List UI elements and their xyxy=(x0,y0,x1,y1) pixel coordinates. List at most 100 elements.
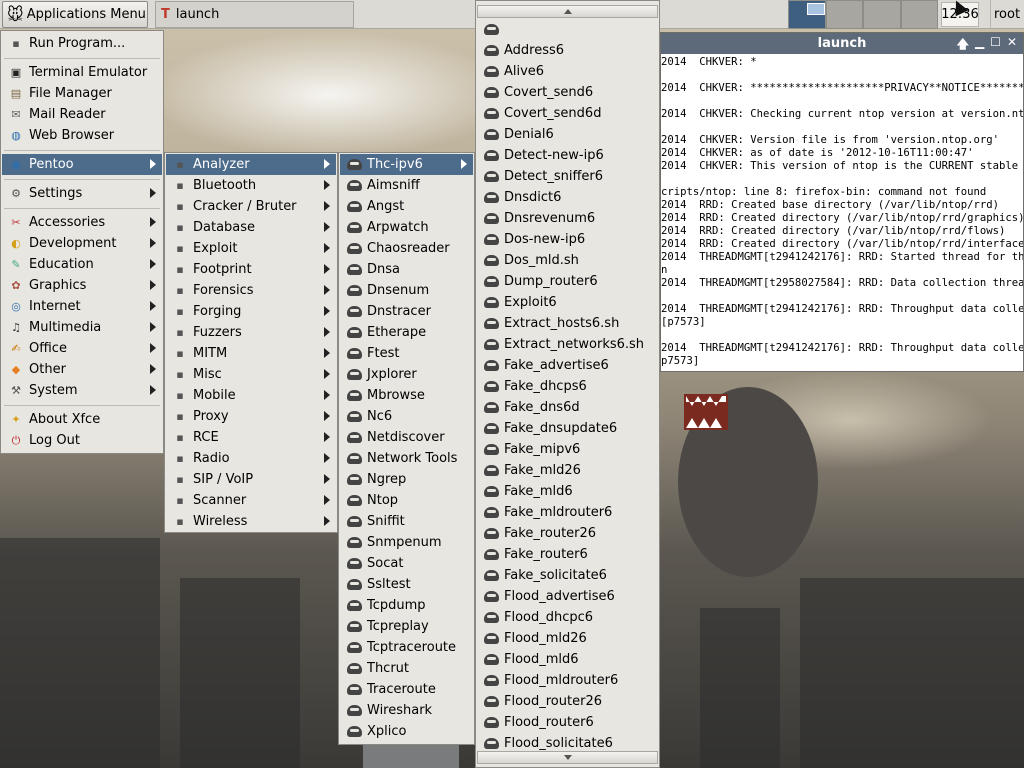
maximize-icon[interactable]: ☐ xyxy=(990,35,1001,56)
thc-item-fake-router26[interactable]: Fake_router26 xyxy=(477,523,658,544)
analyzer-item-netdiscover[interactable]: Netdiscover xyxy=(340,427,473,448)
pentoo-item-bluetooth[interactable]: ▪ Bluetooth xyxy=(166,175,336,196)
taskbar-window-button[interactable]: T launch xyxy=(155,1,354,28)
pentoo-item-rce[interactable]: ▪ RCE xyxy=(166,427,336,448)
thc-item-exploit6[interactable]: Exploit6 xyxy=(477,292,658,313)
analyzer-item-xplico[interactable]: Xplico xyxy=(340,721,473,742)
pentoo-item-mobile[interactable]: ▪ Mobile xyxy=(166,385,336,406)
applications-menu-button[interactable]: 🐭 Applications Menu xyxy=(2,1,148,28)
close-icon[interactable]: ✕ xyxy=(1007,35,1017,56)
terminal-titlebar[interactable]: launch 🡅 ▁ ☐ ✕ xyxy=(661,33,1023,54)
analyzer-item-thcrut[interactable]: Thcrut xyxy=(340,658,473,679)
analyzer-item-dnstracer[interactable]: Dnstracer xyxy=(340,301,473,322)
thc-item-alive6[interactable]: Alive6 xyxy=(477,61,658,82)
analyzer-item-arpwatch[interactable]: Arpwatch xyxy=(340,217,473,238)
thc-item-address6[interactable]: Address6 xyxy=(477,40,658,61)
workspace-2[interactable] xyxy=(826,0,864,29)
analyzer-item-ftest[interactable]: Ftest xyxy=(340,343,473,364)
analyzer-item-tcpreplay[interactable]: Tcpreplay xyxy=(340,616,473,637)
menu-item-mail-reader[interactable]: ✉ Mail Reader xyxy=(2,104,162,125)
pentoo-item-radio[interactable]: ▪ Radio xyxy=(166,448,336,469)
thc-item-detect-sniffer6[interactable]: Detect_sniffer6 xyxy=(477,166,658,187)
thc-item-extract-hosts6-sh[interactable]: Extract_hosts6.sh xyxy=(477,313,658,334)
thc-item-dos-new-ip6[interactable]: Dos-new-ip6 xyxy=(477,229,658,250)
thc-item-dnsdict6[interactable]: Dnsdict6 xyxy=(477,187,658,208)
pentoo-item-database[interactable]: ▪ Database xyxy=(166,217,336,238)
pentoo-item-misc[interactable]: ▪ Misc xyxy=(166,364,336,385)
pentoo-item-scanner[interactable]: ▪ Scanner xyxy=(166,490,336,511)
thc-item-fake-mld26[interactable]: Fake_mld26 xyxy=(477,460,658,481)
menu-item-accessories[interactable]: ✂ Accessories xyxy=(2,212,162,233)
analyzer-item-traceroute[interactable]: Traceroute xyxy=(340,679,473,700)
pentoo-item-footprint[interactable]: ▪ Footprint xyxy=(166,259,336,280)
terminal-window[interactable]: launch 🡅 ▁ ☐ ✕ 2014 CHKVER: * 2014 CHKVER… xyxy=(660,32,1024,372)
analyzer-item-ssltest[interactable]: Ssltest xyxy=(340,574,473,595)
thc-item-dump-router6[interactable]: Dump_router6 xyxy=(477,271,658,292)
thc-item-fake-dns6d[interactable]: Fake_dns6d xyxy=(477,397,658,418)
thc-item-fake-mipv6[interactable]: Fake_mipv6 xyxy=(477,439,658,460)
menu-item-internet[interactable]: ◎ Internet xyxy=(2,296,162,317)
menu-item-development[interactable]: ◐ Development xyxy=(2,233,162,254)
analyzer-item-dnsenum[interactable]: Dnsenum xyxy=(340,280,473,301)
pentoo-item-analyzer[interactable]: ▪ Analyzer xyxy=(166,154,336,175)
thc-item-flood-mld6[interactable]: Flood_mld6 xyxy=(477,649,658,670)
pentoo-item-forging[interactable]: ▪ Forging xyxy=(166,301,336,322)
analyzer-item-tcptraceroute[interactable]: Tcptraceroute xyxy=(340,637,473,658)
menu-item-education[interactable]: ✎ Education xyxy=(2,254,162,275)
menu-item-web-browser[interactable]: ◍ Web Browser xyxy=(2,125,162,146)
menu-item-log-out[interactable]: ⏻ Log Out xyxy=(2,430,162,451)
analyzer-item-wireshark[interactable]: Wireshark xyxy=(340,700,473,721)
menu-item-other[interactable]: ◆ Other xyxy=(2,359,162,380)
workspace-4[interactable] xyxy=(900,0,938,29)
analyzer-item-aimsniff[interactable]: Aimsniff xyxy=(340,175,473,196)
analyzer-item-socat[interactable]: Socat xyxy=(340,553,473,574)
analyzer-item-ngrep[interactable]: Ngrep xyxy=(340,469,473,490)
workspace-3[interactable] xyxy=(863,0,901,29)
menu-item-multimedia[interactable]: ♫ Multimedia xyxy=(2,317,162,338)
thc-item-flood-router6[interactable]: Flood_router6 xyxy=(477,712,658,733)
thc-item-covert-send6d[interactable]: Covert_send6d xyxy=(477,103,658,124)
menu-item-settings[interactable]: ⚙ Settings xyxy=(2,183,162,204)
thc-item-detect-new-ip6[interactable]: Detect-new-ip6 xyxy=(477,145,658,166)
thc-item-flood-router26[interactable]: Flood_router26 xyxy=(477,691,658,712)
analyzer-item-dnsa[interactable]: Dnsa xyxy=(340,259,473,280)
thc-item-flood-solicitate6[interactable]: Flood_solicitate6 xyxy=(477,733,658,754)
analyzer-item-tcpdump[interactable]: Tcpdump xyxy=(340,595,473,616)
thc-item-fake-mldrouter6[interactable]: Fake_mldrouter6 xyxy=(477,502,658,523)
menu-item-pentoo[interactable]: ◉ Pentoo xyxy=(2,154,162,175)
thc-item-covert-send6[interactable]: Covert_send6 xyxy=(477,82,658,103)
analyzer-item-chaosreader[interactable]: Chaosreader xyxy=(340,238,473,259)
thc-item-dos-mld-sh[interactable]: Dos_mld.sh xyxy=(477,250,658,271)
thc-item-denial6[interactable]: Denial6 xyxy=(477,124,658,145)
thc-item-dnsrevenum6[interactable]: Dnsrevenum6 xyxy=(477,208,658,229)
pentoo-item-proxy[interactable]: ▪ Proxy xyxy=(166,406,336,427)
terminal-output[interactable]: 2014 CHKVER: * 2014 CHKVER: *************… xyxy=(661,54,1023,372)
pentoo-item-forensics[interactable]: ▪ Forensics xyxy=(166,280,336,301)
pentoo-item-wireless[interactable]: ▪ Wireless xyxy=(166,511,336,532)
pentoo-item-mitm[interactable]: ▪ MITM xyxy=(166,343,336,364)
menu-item-office[interactable]: ✍ Office xyxy=(2,338,162,359)
menu-item-graphics[interactable]: ✿ Graphics xyxy=(2,275,162,296)
thc-item-tool[interactable] xyxy=(477,19,658,40)
analyzer-item-etherape[interactable]: Etherape xyxy=(340,322,473,343)
analyzer-item-sniffit[interactable]: Sniffit xyxy=(340,511,473,532)
analyzer-item-nc6[interactable]: Nc6 xyxy=(340,406,473,427)
thc-item-fake-mld6[interactable]: Fake_mld6 xyxy=(477,481,658,502)
minimize-icon[interactable]: ▁ xyxy=(975,35,984,56)
menu-item-terminal-emulator[interactable]: ▣ Terminal Emulator xyxy=(2,62,162,83)
menu-scroll-up-button[interactable] xyxy=(477,5,658,18)
thc-item-fake-dnsupdate6[interactable]: Fake_dnsupdate6 xyxy=(477,418,658,439)
analyzer-item-snmpenum[interactable]: Snmpenum xyxy=(340,532,473,553)
thc-item-fake-solicitate6[interactable]: Fake_solicitate6 xyxy=(477,565,658,586)
thc-item-fake-dhcps6[interactable]: Fake_dhcps6 xyxy=(477,376,658,397)
thc-item-fake-advertise6[interactable]: Fake_advertise6 xyxy=(477,355,658,376)
analyzer-item-angst[interactable]: Angst xyxy=(340,196,473,217)
analyzer-item-ntop[interactable]: Ntop xyxy=(340,490,473,511)
pentoo-item-sip-voip[interactable]: ▪ SIP / VoIP xyxy=(166,469,336,490)
menu-item-run-program[interactable]: ▪ Run Program... xyxy=(2,33,162,54)
analyzer-item-network-tools[interactable]: Network Tools xyxy=(340,448,473,469)
analyzer-item-mbrowse[interactable]: Mbrowse xyxy=(340,385,473,406)
thc-item-flood-dhcpc6[interactable]: Flood_dhcpc6 xyxy=(477,607,658,628)
thc-item-flood-mldrouter6[interactable]: Flood_mldrouter6 xyxy=(477,670,658,691)
pentoo-item-fuzzers[interactable]: ▪ Fuzzers xyxy=(166,322,336,343)
